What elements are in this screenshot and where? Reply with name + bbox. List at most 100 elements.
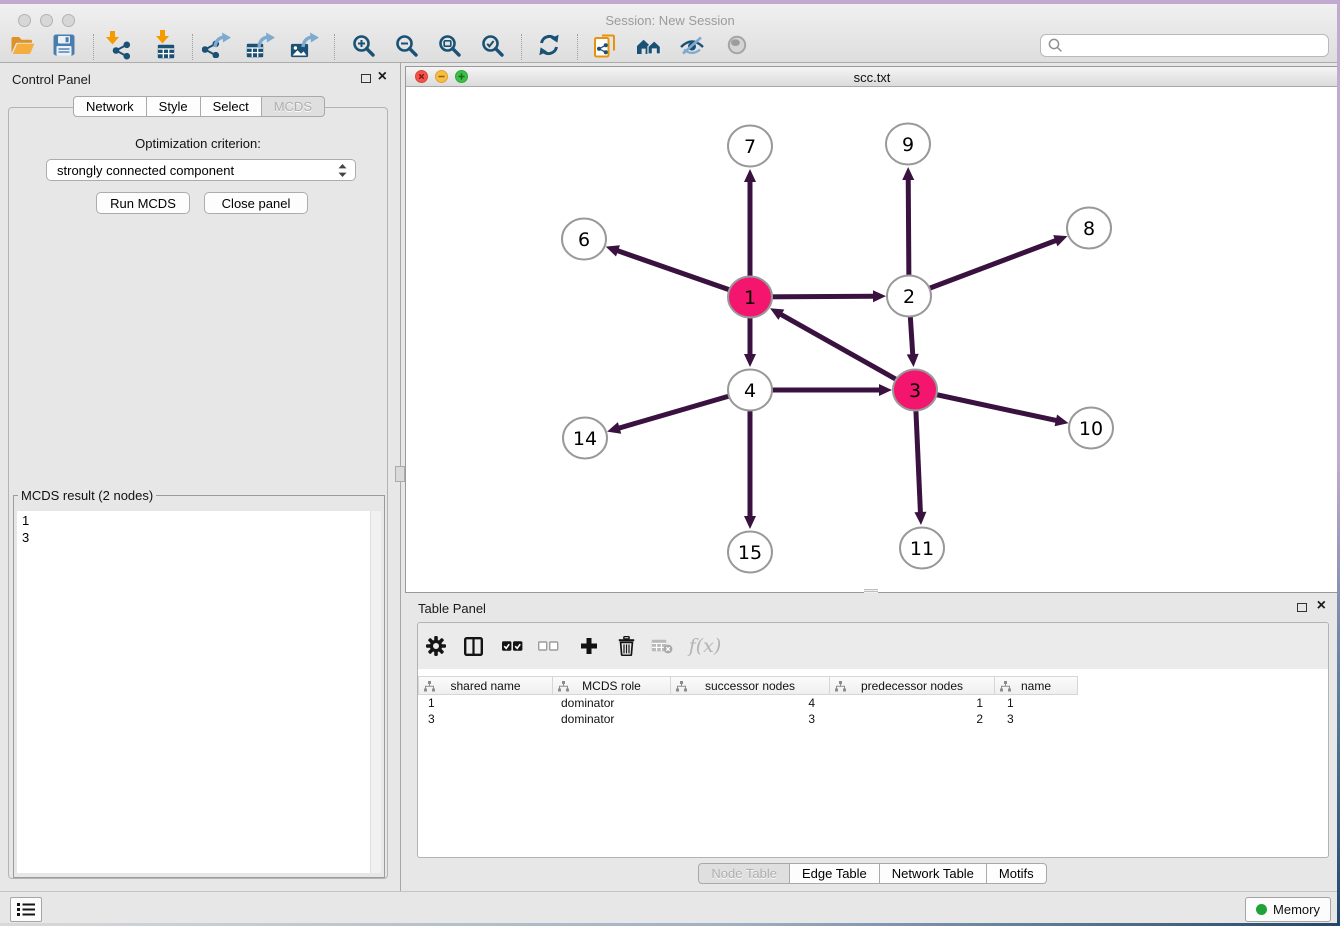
edge-arrowhead-icon bbox=[606, 245, 620, 256]
export-image-icon bbox=[290, 32, 320, 59]
table-panel-tabs: Node TableEdge TableNetwork TableMotifs bbox=[405, 863, 1340, 884]
delete-columns-button[interactable] bbox=[611, 631, 641, 661]
zoom-selected-button[interactable] bbox=[475, 28, 509, 62]
edge-arrowhead-icon bbox=[902, 167, 914, 180]
graph-edge-2-8[interactable] bbox=[909, 240, 1056, 296]
column-header-MCDS-role[interactable]: MCDS role bbox=[553, 676, 671, 695]
horizontal-splitter-grip[interactable] bbox=[864, 589, 878, 593]
graph-node-label: 2 bbox=[903, 286, 915, 308]
delete-table-button[interactable] bbox=[647, 631, 677, 661]
table-toolbar: f(x) bbox=[418, 623, 1328, 669]
first-neighbors-button[interactable] bbox=[632, 28, 666, 62]
table-panel: Table Panel × bbox=[405, 595, 1340, 891]
export-table-icon bbox=[246, 32, 276, 59]
result-scrollbar[interactable] bbox=[370, 511, 381, 873]
edge-arrowhead-icon bbox=[1055, 415, 1069, 427]
export-table-button[interactable] bbox=[244, 28, 278, 62]
edge-arrowhead-icon bbox=[907, 354, 919, 367]
graph-node-label: 3 bbox=[909, 380, 921, 402]
network-view-title: scc.txt bbox=[406, 70, 1338, 85]
node-table-pane: f(x) shared nameMCDS rolesuccessor nodes… bbox=[417, 622, 1329, 858]
add-column-button[interactable] bbox=[574, 631, 604, 661]
run-mcds-button[interactable]: Run MCDS bbox=[96, 192, 190, 214]
application-window: Session: New Session bbox=[0, 0, 1340, 926]
column-type-icon bbox=[424, 681, 435, 692]
eye-disabled-icon bbox=[727, 35, 747, 55]
trash-icon bbox=[618, 636, 635, 656]
column-header-shared-name[interactable]: shared name bbox=[418, 676, 553, 695]
mcds-result-box: 1 3 bbox=[17, 511, 381, 873]
edge-arrowhead-icon bbox=[744, 516, 756, 529]
table-cell: 3 bbox=[671, 711, 830, 727]
tab-edge-table[interactable]: Edge Table bbox=[790, 863, 880, 884]
close-panel-icon[interactable]: × bbox=[378, 67, 387, 87]
function-builder-button[interactable]: f(x) bbox=[686, 631, 724, 661]
float-panel-icon[interactable] bbox=[361, 74, 371, 83]
column-header-predecessor-nodes[interactable]: predecessor nodes bbox=[830, 676, 995, 695]
toolbar-separator bbox=[334, 34, 335, 60]
table-header-row: shared nameMCDS rolesuccessor nodesprede… bbox=[418, 676, 1078, 695]
tab-node-table[interactable]: Node Table bbox=[698, 863, 790, 884]
columns-icon bbox=[464, 637, 483, 656]
close-panel-button[interactable]: Close panel bbox=[204, 192, 308, 214]
table-panel-title: Table Panel bbox=[418, 601, 486, 616]
table-cell: dominator bbox=[553, 711, 671, 727]
network-window-titlebar: scc.txt bbox=[406, 67, 1338, 87]
search-input[interactable] bbox=[1068, 36, 1328, 55]
column-header-successor-nodes[interactable]: successor nodes bbox=[671, 676, 830, 695]
import-network-icon bbox=[105, 31, 131, 60]
column-header-name[interactable]: name bbox=[995, 676, 1078, 695]
checked-boxes-icon bbox=[502, 641, 523, 651]
status-bar: Memory bbox=[0, 891, 1340, 924]
deselect-all-button[interactable] bbox=[533, 631, 563, 661]
table-row[interactable]: 3dominator323 bbox=[418, 711, 1328, 727]
memory-button[interactable]: Memory bbox=[1245, 897, 1331, 922]
network-canvas[interactable]: 1234678910111415 bbox=[406, 87, 1338, 592]
tab-mcds[interactable]: MCDS bbox=[262, 96, 325, 117]
hide-selected-button[interactable] bbox=[675, 28, 709, 62]
export-network-button[interactable] bbox=[200, 28, 234, 62]
refresh-layout-button[interactable] bbox=[532, 28, 566, 62]
import-table-button[interactable] bbox=[149, 28, 183, 62]
export-image-button[interactable] bbox=[288, 28, 322, 62]
export-network-icon bbox=[202, 32, 232, 58]
graph-node-label: 11 bbox=[910, 538, 934, 560]
open-session-button[interactable] bbox=[5, 28, 39, 62]
column-type-icon bbox=[1000, 681, 1011, 692]
import-network-button[interactable] bbox=[101, 28, 135, 62]
table-row[interactable]: 1dominator411 bbox=[418, 695, 1328, 711]
table-cell: 3 bbox=[418, 711, 553, 727]
tab-select[interactable]: Select bbox=[201, 96, 262, 117]
zoom-out-button[interactable] bbox=[389, 28, 423, 62]
tab-network-table[interactable]: Network Table bbox=[880, 863, 987, 884]
graph-node-label: 4 bbox=[744, 380, 756, 402]
select-all-button[interactable] bbox=[497, 631, 527, 661]
mcds-result-title: MCDS result (2 nodes) bbox=[18, 488, 156, 503]
show-all-button[interactable] bbox=[720, 28, 754, 62]
save-session-button[interactable] bbox=[47, 28, 81, 62]
task-history-button[interactable] bbox=[10, 897, 42, 922]
show-columns-button[interactable] bbox=[458, 631, 488, 661]
float-panel-icon[interactable] bbox=[1297, 603, 1307, 612]
table-cell: 1 bbox=[995, 695, 1078, 711]
tab-motifs[interactable]: Motifs bbox=[987, 863, 1047, 884]
close-panel-icon[interactable]: × bbox=[1317, 596, 1326, 616]
zoom-in-button[interactable] bbox=[346, 28, 380, 62]
criterion-select[interactable]: strongly connected component bbox=[46, 159, 356, 181]
zoom-fit-button[interactable] bbox=[432, 28, 466, 62]
search-field[interactable] bbox=[1040, 34, 1329, 57]
table-cell: dominator bbox=[553, 695, 671, 711]
table-mode-button[interactable] bbox=[421, 631, 451, 661]
delete-table-icon bbox=[651, 638, 673, 654]
mcds-result-text[interactable]: 1 3 bbox=[17, 511, 369, 873]
table-cell: 1 bbox=[830, 695, 995, 711]
clone-network-button[interactable] bbox=[588, 28, 622, 62]
unchecked-boxes-icon bbox=[538, 641, 559, 651]
graph-node-label: 9 bbox=[902, 134, 914, 156]
memory-label: Memory bbox=[1273, 902, 1320, 917]
graph-edge-3-1[interactable] bbox=[780, 314, 915, 390]
edge-arrowhead-icon bbox=[873, 290, 886, 302]
tab-style[interactable]: Style bbox=[147, 96, 201, 117]
tab-network[interactable]: Network bbox=[73, 96, 147, 117]
eye-slash-icon bbox=[679, 36, 705, 55]
